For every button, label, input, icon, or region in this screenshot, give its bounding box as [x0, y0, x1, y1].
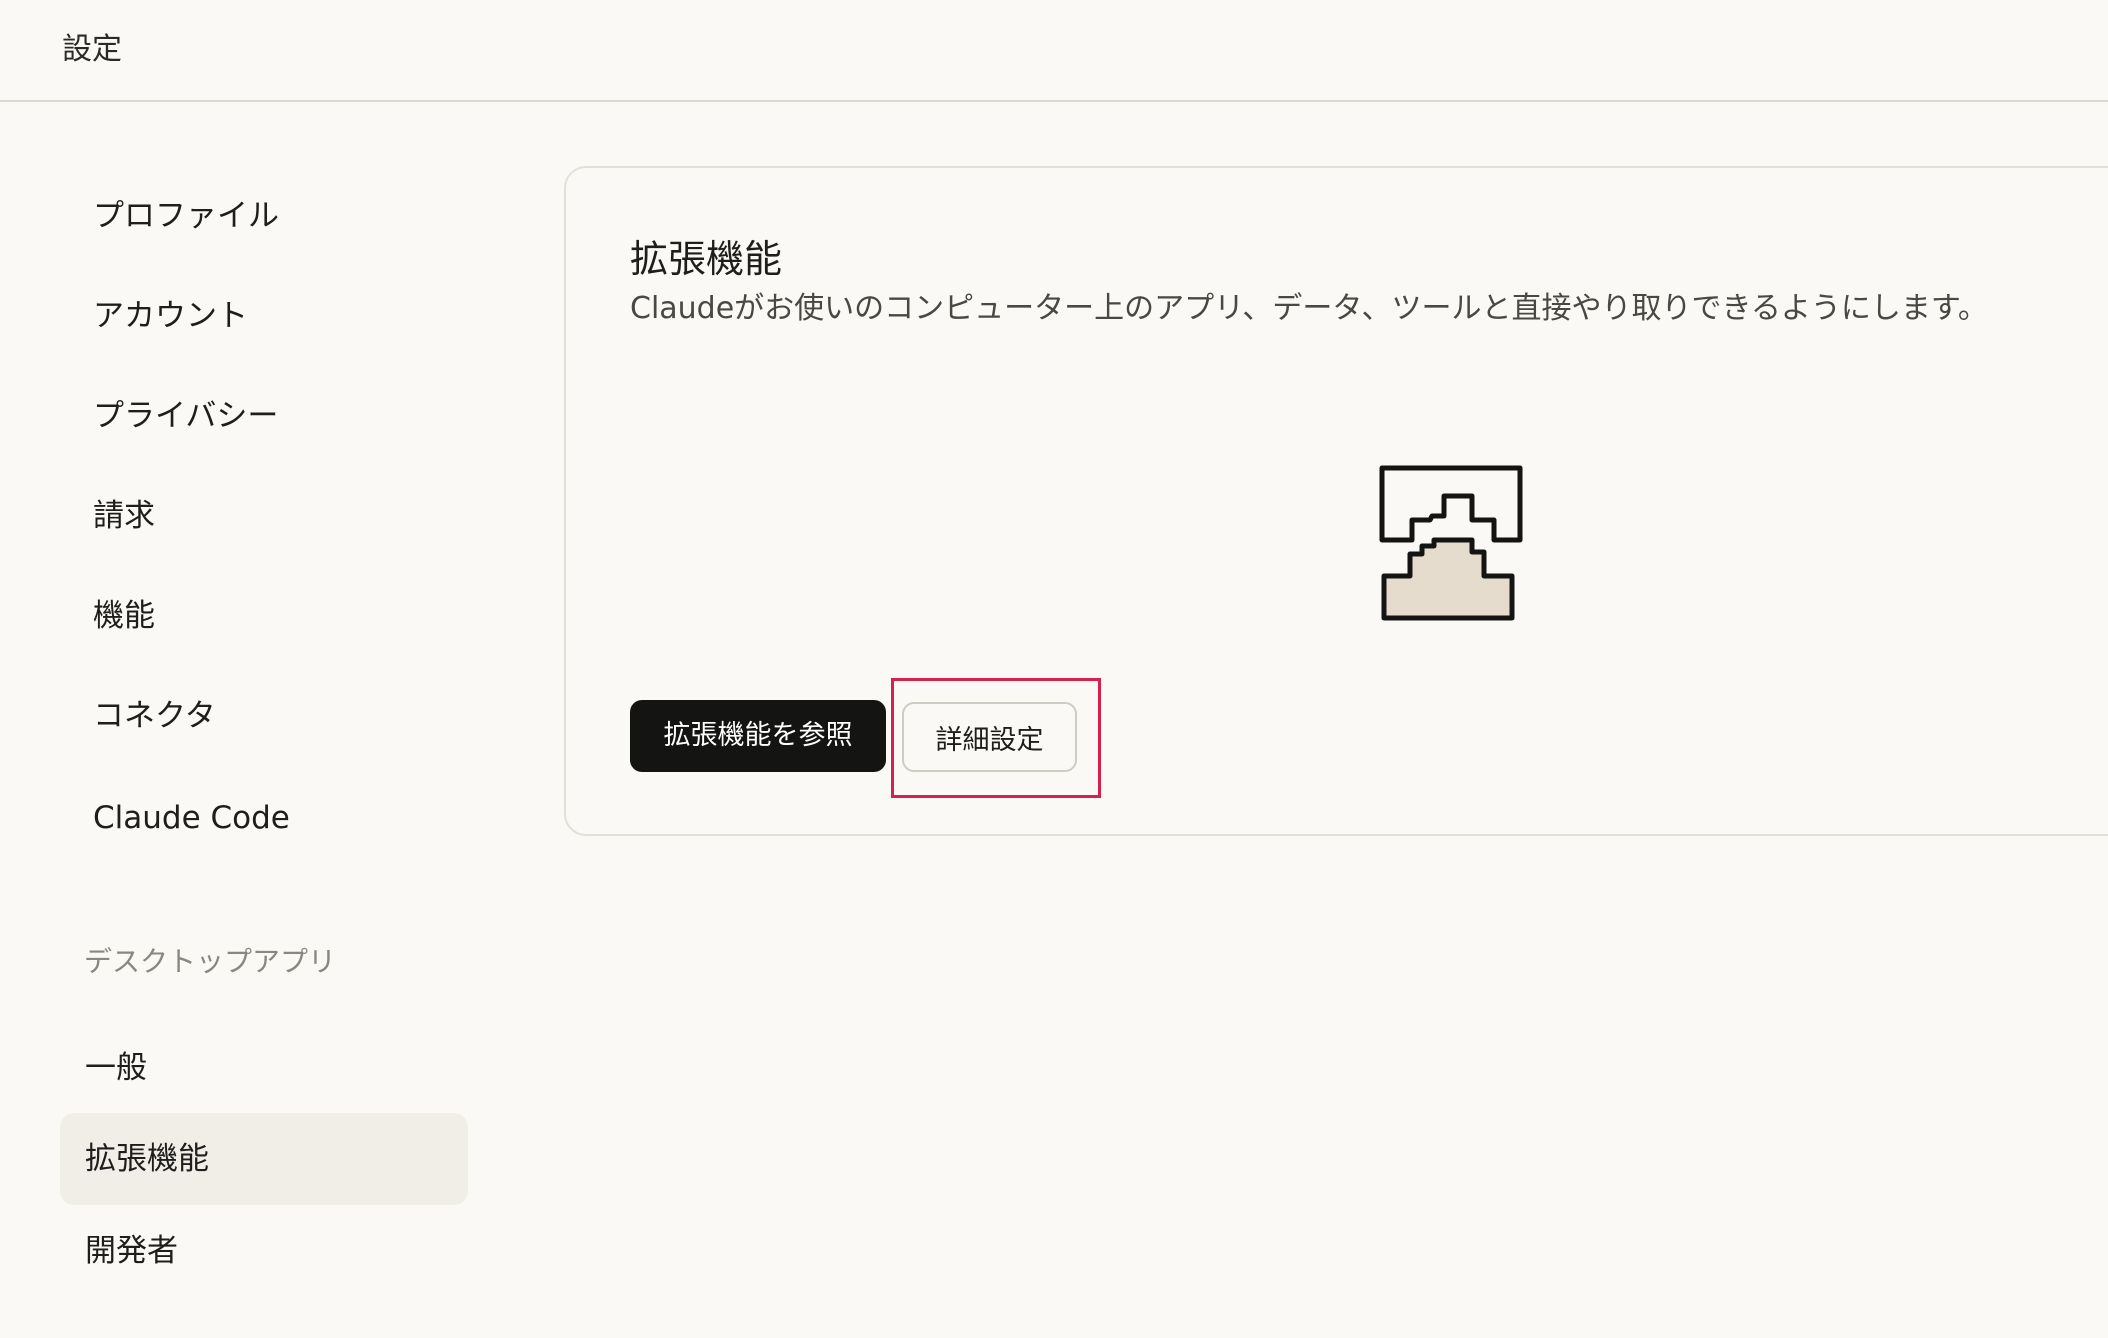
sidebar-item-label: 拡張機能	[85, 1141, 209, 1177]
page-title: 設定	[62, 32, 122, 67]
extension-blocks-icon	[1379, 465, 1523, 621]
advanced-settings-button[interactable]: 詳細設定	[902, 702, 1077, 772]
sidebar-item-account[interactable]: アカウント	[93, 294, 248, 338]
top-bar: 設定	[0, 0, 2108, 102]
sidebar-item-features[interactable]: 機能	[93, 594, 155, 638]
sidebar-item-extensions[interactable]: 拡張機能	[60, 1113, 468, 1205]
browse-extensions-button[interactable]: 拡張機能を参照	[630, 700, 886, 772]
sidebar-item-general[interactable]: 一般	[60, 1022, 468, 1114]
sidebar-item-label: 開発者	[85, 1233, 178, 1269]
sidebar-item-privacy[interactable]: プライバシー	[93, 394, 278, 438]
settings-sidebar: プロファイル アカウント プライバシー 請求 機能 コネクタ Claude Co…	[0, 102, 520, 1338]
sidebar-item-claude-code[interactable]: Claude Code	[93, 796, 290, 840]
extensions-card: 拡張機能 Claudeがお使いのコンピューター上のアプリ、データ、ツールと直接や…	[564, 166, 2108, 836]
sidebar-item-developer[interactable]: 開発者	[60, 1205, 468, 1297]
extensions-title: 拡張機能	[630, 237, 783, 281]
sidebar-item-billing[interactable]: 請求	[93, 494, 155, 538]
extensions-description: Claudeがお使いのコンピューター上のアプリ、データ、ツールと直接やり取りでき…	[630, 291, 1988, 326]
sidebar-item-connectors[interactable]: コネクタ	[93, 694, 216, 738]
desktop-app-section-label: デスクトップアプリ	[84, 945, 337, 978]
sidebar-item-profile[interactable]: プロファイル	[93, 194, 279, 238]
sidebar-item-label: 一般	[85, 1050, 147, 1086]
